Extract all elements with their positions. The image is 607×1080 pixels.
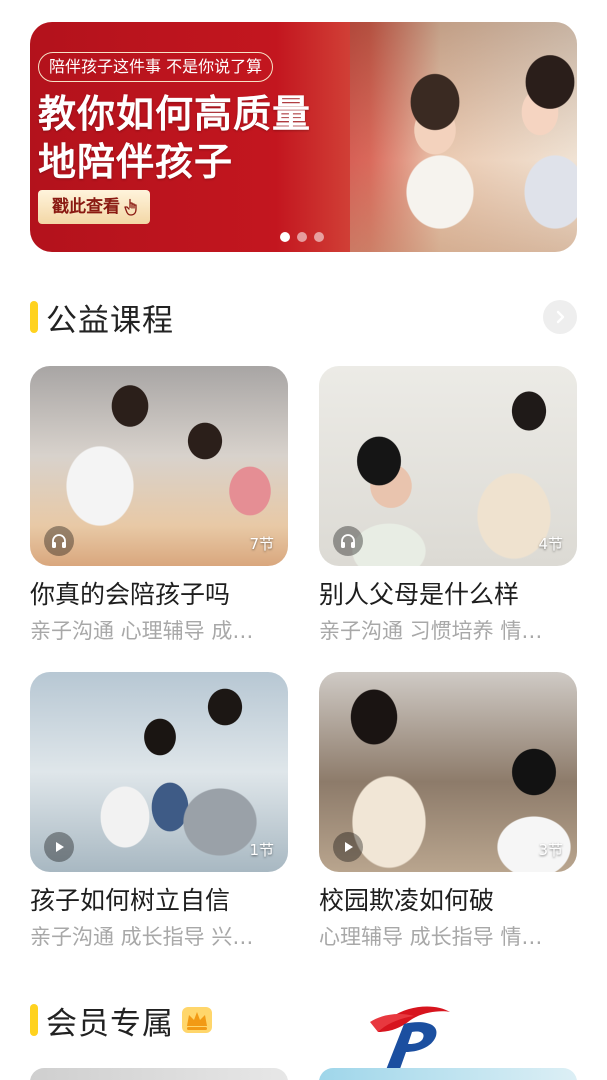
carousel-dot[interactable] — [280, 232, 290, 242]
course-tags: 心理辅导 成长指导 情… — [319, 925, 543, 949]
course-thumbnail[interactable]: 4节 — [319, 366, 577, 566]
course-card[interactable]: 3节 校园欺凌如何破 心理辅导 成长指导 情… — [319, 672, 577, 952]
course-card[interactable]: 1节 孩子如何树立自信 亲子沟通 成长指导 兴… — [30, 672, 288, 952]
course-thumbnail[interactable]: 3节 — [319, 672, 577, 872]
course-thumbnail[interactable]: 7节 — [30, 366, 288, 566]
banner-headline-line2: 地陪伴孩子 — [38, 140, 234, 184]
banner-photo — [350, 22, 577, 252]
headphones-icon — [341, 534, 355, 548]
play-icon — [345, 842, 353, 852]
promo-banner[interactable]: 陪伴孩子这件事 不是你说了算 教你如何高质量 地陪伴孩子 戳此查看 — [30, 22, 577, 252]
lesson-count: 7节 — [249, 535, 274, 553]
chevron-right-icon — [556, 310, 565, 324]
banner-cta-button[interactable]: 戳此查看 — [38, 190, 150, 224]
banner-tagline: 陪伴孩子这件事 不是你说了算 — [38, 52, 274, 82]
member-course-card[interactable] — [30, 1068, 288, 1080]
media-badge — [44, 526, 74, 556]
banner-cta-label: 戳此查看 — [52, 197, 120, 217]
media-badge — [44, 832, 74, 862]
course-tags: 亲子沟通 习惯培养 情… — [319, 619, 543, 643]
carousel-indicator — [280, 232, 324, 242]
section-title: 会员专属 — [46, 1005, 174, 1042]
play-icon — [56, 842, 64, 852]
course-title[interactable]: 你真的会陪孩子吗 — [30, 578, 288, 612]
course-title[interactable]: 孩子如何树立自信 — [30, 884, 288, 918]
section-header-public-courses: 公益课程 — [30, 297, 174, 339]
course-thumbnail[interactable]: 1节 — [30, 672, 288, 872]
banner-headline-line1: 教你如何高质量 — [38, 92, 312, 136]
course-title[interactable]: 别人父母是什么样 — [319, 578, 577, 612]
more-courses-button[interactable] — [543, 300, 577, 334]
pointing-hand-icon — [124, 198, 137, 216]
crown-icon — [182, 1007, 212, 1033]
section-title: 公益课程 — [46, 302, 174, 339]
lesson-count: 3节 — [538, 841, 563, 859]
section-accent-bar — [30, 301, 38, 333]
course-tags: 亲子沟通 心理辅导 成… — [30, 619, 254, 643]
course-card[interactable]: 4节 别人父母是什么样 亲子沟通 习惯培养 情… — [319, 366, 577, 646]
lesson-count: 4节 — [538, 535, 563, 553]
banner-headline: 教你如何高质量 地陪伴孩子 — [38, 90, 311, 186]
course-card[interactable]: 7节 你真的会陪孩子吗 亲子沟通 心理辅导 成… — [30, 366, 288, 646]
media-badge — [333, 832, 363, 862]
lesson-count: 1节 — [249, 841, 274, 859]
section-header-member: 会员专属 — [30, 1000, 214, 1042]
headphones-icon — [52, 534, 66, 548]
carousel-dot[interactable] — [297, 232, 307, 242]
section-accent-bar — [30, 1004, 38, 1036]
course-tags: 亲子沟通 成长指导 兴… — [30, 925, 254, 949]
carousel-dot[interactable] — [314, 232, 324, 242]
member-course-card[interactable] — [319, 1068, 577, 1080]
media-badge — [333, 526, 363, 556]
course-title[interactable]: 校园欺凌如何破 — [319, 884, 577, 918]
